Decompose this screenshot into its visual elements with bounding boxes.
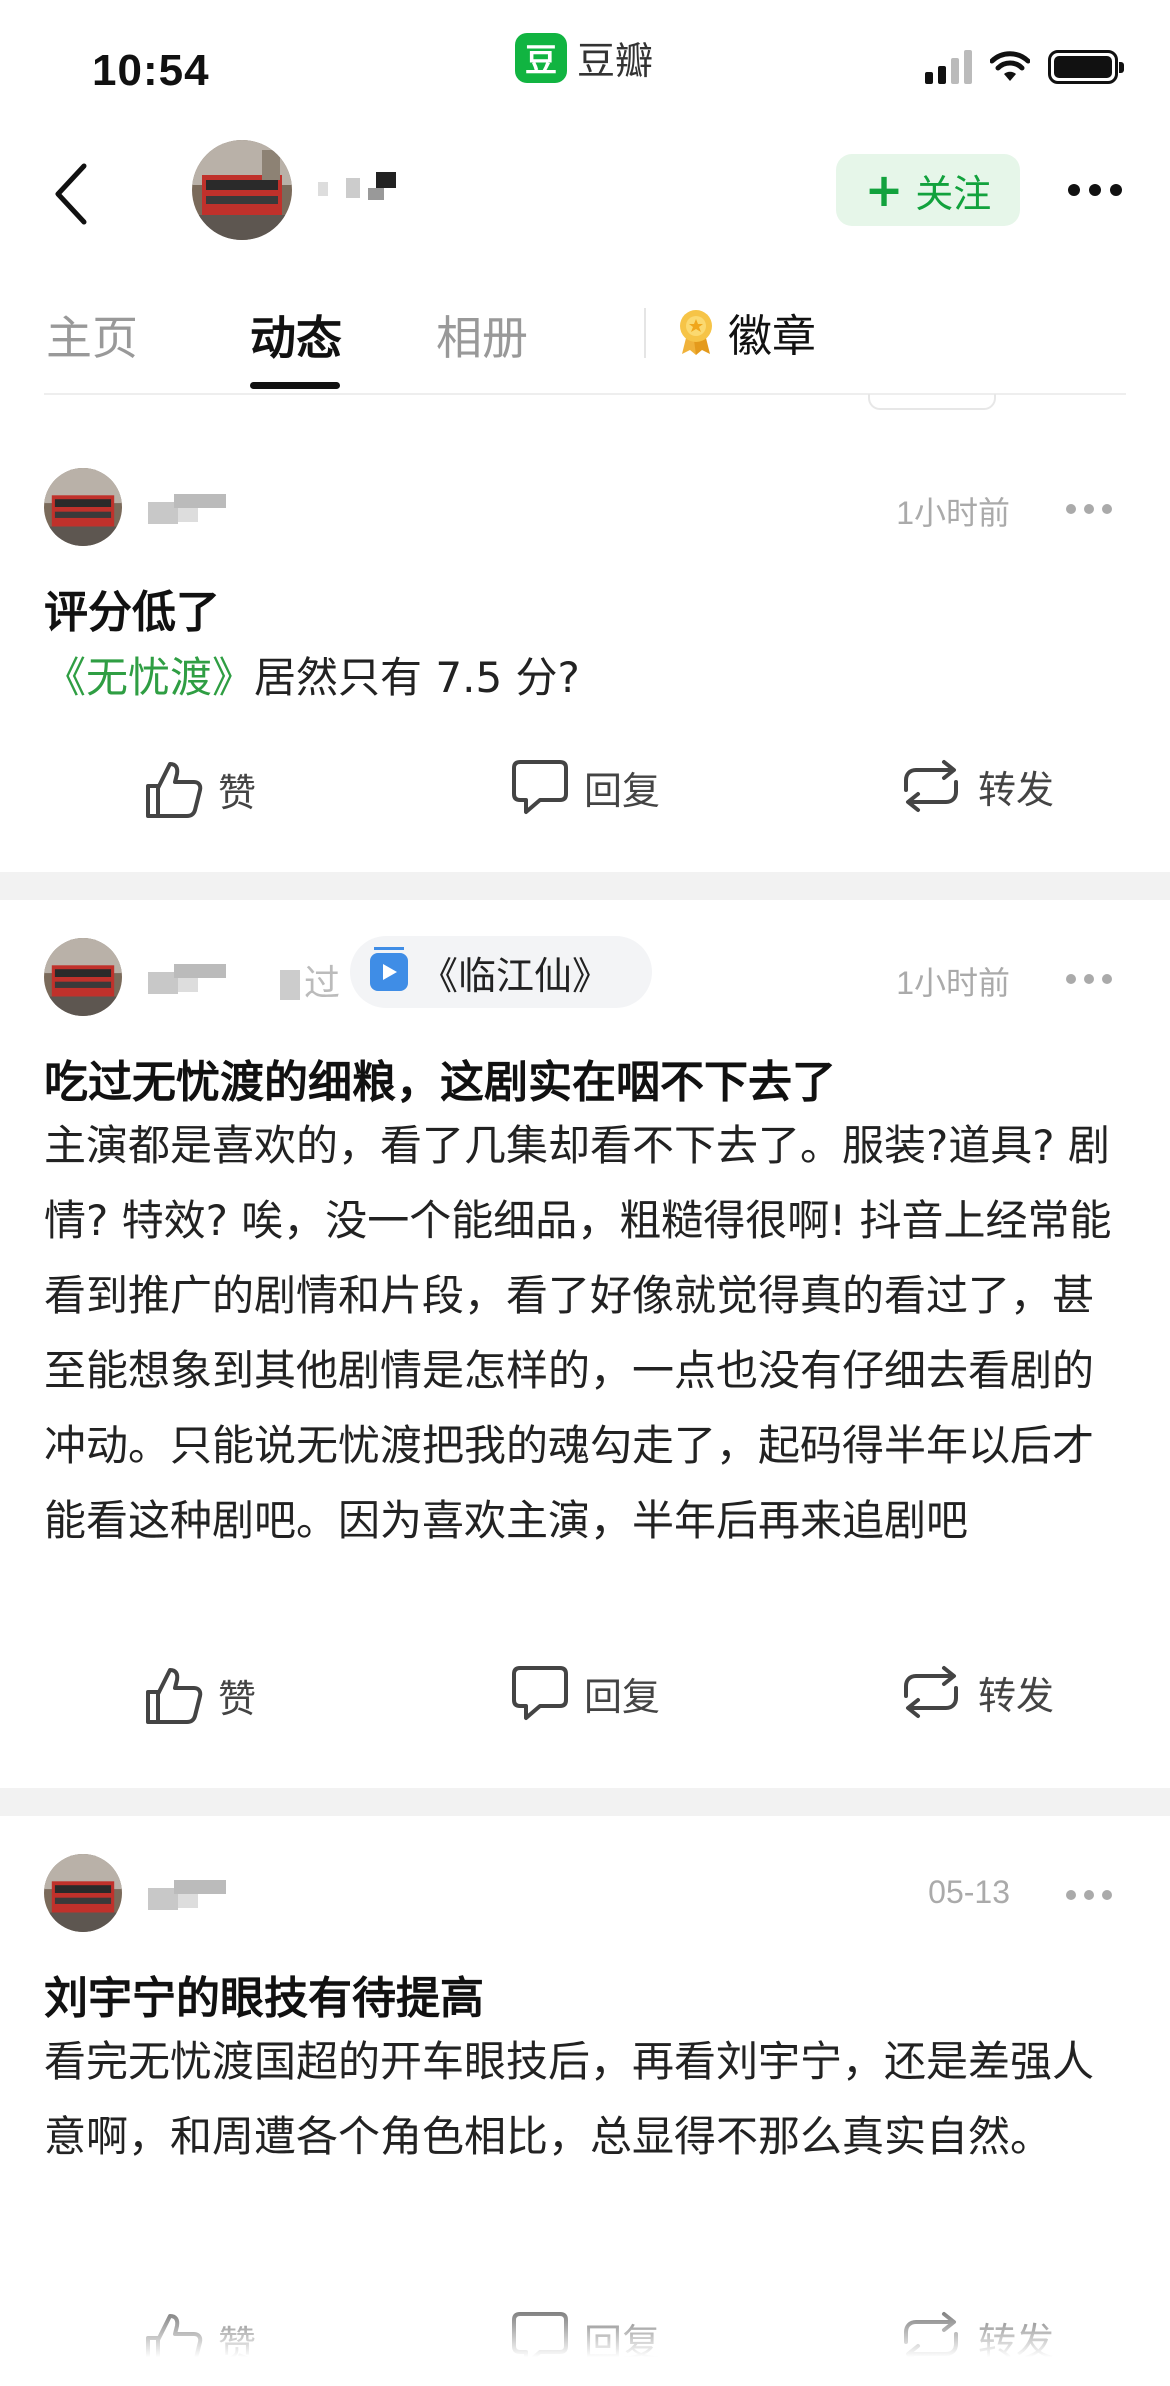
topic-name: 《临江仙》 [420, 953, 611, 998]
repost-icon [904, 1666, 958, 1718]
profile-tabs: 主页 动态 相册 徽章 [0, 290, 1170, 395]
like-button[interactable]: 赞 [142, 758, 256, 820]
feed-post: 过 《临江仙》 1小时前 吃过无忧渡的细粮，这剧实在咽不下去了 主演都是喜欢的，… [0, 936, 1170, 1758]
reply-button[interactable]: 回复 [510, 758, 660, 816]
comment-icon [512, 1666, 568, 1720]
profile-header: + 关注 [0, 140, 1170, 260]
post-more-button[interactable] [1066, 504, 1112, 514]
post-body: 《无忧渡》居然只有 7.5 分? [44, 653, 580, 702]
post-timestamp: 1小时前 [896, 495, 1010, 531]
post-title: 刘宇宁的眼技有待提高 [44, 1973, 484, 2024]
post-body: 看完无忧渡国超的开车眼技后，再看刘宇宁，还是差强人意啊，和周遭各个角色相比，总显… [44, 2037, 1095, 2161]
avatar[interactable] [44, 468, 122, 546]
tab-divider [644, 308, 646, 358]
work-link[interactable]: 《无忧渡》 [44, 653, 254, 702]
repost-icon [904, 760, 958, 812]
scrolled-element-edge [868, 394, 996, 410]
post-actions: 赞 回复 转发 [0, 758, 1170, 838]
clock: 10:54 [92, 46, 210, 95]
username-blurred [148, 960, 228, 994]
avatar[interactable] [192, 140, 292, 240]
app-indicator: 豆 豆瓣 [515, 30, 653, 85]
post-actions: 赞 回复 转发 [0, 1664, 1170, 1744]
battery-icon [1048, 50, 1124, 84]
tab-home[interactable]: 主页 [46, 302, 138, 368]
username-blurred [148, 490, 228, 524]
tab-activity[interactable]: 动态 [250, 302, 342, 368]
post-timestamp: 05-13 [928, 1874, 1010, 1910]
topic-chip[interactable]: 《临江仙》 [350, 936, 653, 1008]
cellular-signal-icon [925, 50, 972, 84]
thumbs-up-icon [146, 762, 203, 818]
tab-badges-label: 徽章 [728, 311, 816, 362]
system-icons [925, 50, 1124, 84]
douban-logo-icon: 豆 [515, 32, 567, 83]
post-header: 1小时前 [0, 468, 1170, 558]
medal-icon [680, 310, 712, 355]
follow-button[interactable]: + 关注 [836, 154, 1020, 226]
comment-icon [512, 760, 568, 814]
chevron-left-icon [55, 163, 87, 225]
status-bar: 10:54 豆 豆瓣 [0, 0, 1170, 140]
username-blurred [318, 172, 410, 204]
bottom-fade [0, 2290, 1170, 2386]
avatar[interactable] [44, 938, 122, 1016]
back-button[interactable] [52, 162, 92, 230]
plus-icon: + [864, 163, 904, 217]
post-more-button[interactable] [1066, 974, 1112, 984]
app-name: 豆瓣 [577, 39, 654, 83]
post-header: 05-13 [0, 1854, 1170, 1944]
action-text: 过 [280, 954, 340, 1006]
avatar-image [192, 140, 292, 240]
reply-button[interactable]: 回复 [510, 1664, 660, 1722]
thumbs-up-icon [146, 1668, 203, 1724]
share-button[interactable]: 转发 [898, 758, 1054, 814]
like-button[interactable]: 赞 [142, 1664, 256, 1726]
share-button[interactable]: 转发 [898, 1664, 1054, 1720]
post-header: 过 《临江仙》 1小时前 [0, 936, 1170, 1028]
wifi-icon [990, 51, 1030, 81]
more-menu-button[interactable] [1068, 184, 1122, 196]
tab-badges[interactable]: 徽章 [676, 300, 816, 364]
username-blurred [148, 1876, 228, 1910]
tab-album[interactable]: 相册 [436, 302, 528, 368]
post-timestamp: 1小时前 [896, 965, 1010, 1001]
follow-label: 关注 [915, 171, 992, 216]
post-title: 吃过无忧渡的细粮，这剧实在咽不下去了 [44, 1057, 836, 1108]
avatar[interactable] [44, 1854, 122, 1932]
post-more-button[interactable] [1066, 1890, 1112, 1900]
active-tab-indicator [250, 382, 340, 389]
post-separator [0, 1788, 1170, 1816]
post-body: 主演都是喜欢的，看了几集却看不下去了。服装?道具? 剧情? 特效? 唉，没一个能… [44, 1121, 1112, 1545]
post-title: 评分低了 [44, 587, 220, 638]
tv-icon [370, 947, 408, 991]
post-separator [0, 872, 1170, 900]
feed-post: 1小时前 评分低了 《无忧渡》居然只有 7.5 分? 赞 回复 转发 [0, 468, 1170, 868]
